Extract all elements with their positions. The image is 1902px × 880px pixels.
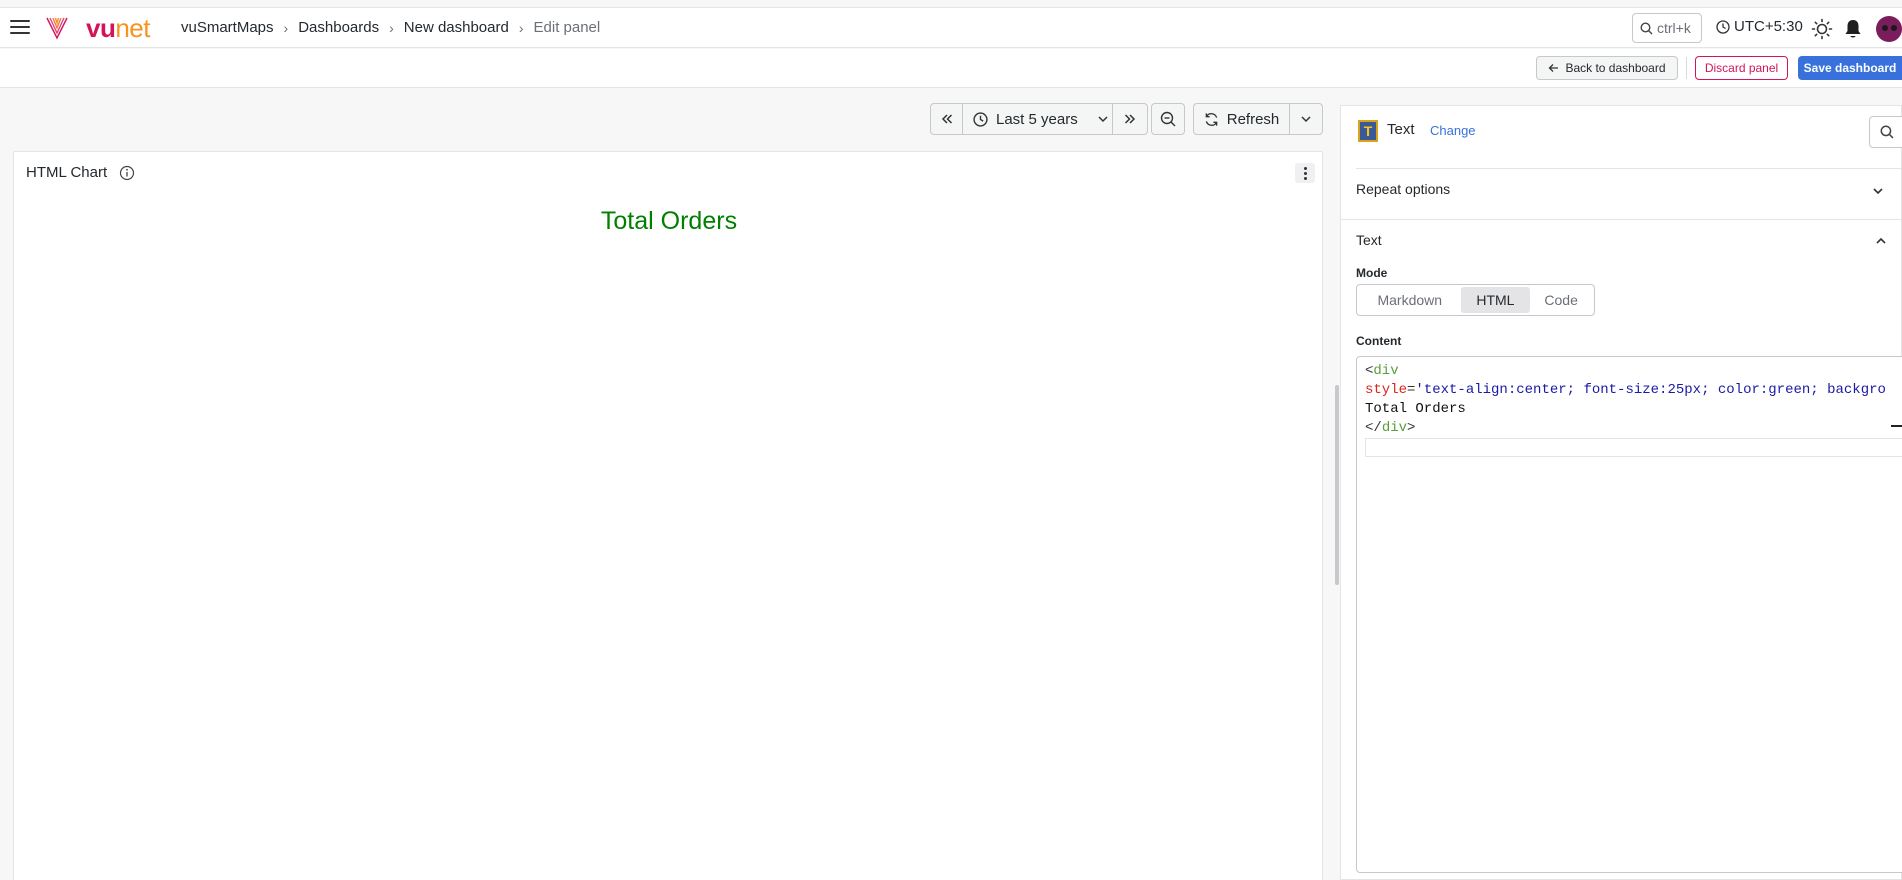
- panel-action-bar: Back to dashboard Discard panel Save das…: [0, 49, 1902, 88]
- options-search-button[interactable]: [1869, 116, 1902, 148]
- chevron-down-icon: [1098, 115, 1108, 122]
- time-back-button[interactable]: [931, 104, 963, 134]
- mode-markdown[interactable]: Markdown: [1359, 287, 1461, 313]
- code-line-3: Total Orders: [1365, 401, 1466, 417]
- chevron-down-icon[interactable]: [1873, 186, 1883, 196]
- clock-icon: [1716, 19, 1730, 34]
- breadcrumb: vuSmartMaps › Dashboards › New dashboard…: [181, 19, 600, 36]
- back-to-dashboard-label: Back to dashboard: [1565, 61, 1666, 75]
- panel-title[interactable]: HTML Chart: [26, 164, 107, 181]
- code-line-2: style='text-align:center; font-size:25px…: [1365, 382, 1886, 398]
- refresh-label: Refresh: [1226, 110, 1280, 128]
- search-icon: [1640, 21, 1653, 34]
- breadcrumb-dashboards[interactable]: Dashboards: [298, 19, 379, 36]
- chevrons-left-icon: [941, 114, 952, 124]
- arrow-left-icon: [1549, 64, 1559, 72]
- zoom-out-segment: [1152, 104, 1184, 134]
- timezone-label: UTC+5:30: [1734, 18, 1803, 35]
- content-label: Content: [1356, 334, 1402, 348]
- divider: [1356, 168, 1902, 169]
- chevron-down-icon: [1301, 115, 1311, 122]
- mode-html[interactable]: HTML: [1460, 287, 1531, 313]
- save-dashboard-button[interactable]: Save dashboard: [1798, 56, 1902, 80]
- chevrons-right-icon: [1124, 114, 1136, 124]
- divider: [1341, 219, 1902, 220]
- more-vertical-icon[interactable]: [1295, 163, 1315, 183]
- clock-icon: [973, 111, 988, 127]
- refresh-picker: Refresh: [1193, 103, 1323, 135]
- discard-panel-button[interactable]: Discard panel: [1695, 56, 1788, 80]
- mode-code[interactable]: Code: [1530, 287, 1592, 313]
- options-pane: T Text Change Repeat options Text Mode M…: [1340, 105, 1902, 880]
- text-visualization-icon: T: [1358, 120, 1378, 142]
- panel-preview: HTML Chart Total Orders: [13, 151, 1323, 880]
- search-button[interactable]: ctrl+k: [1632, 13, 1702, 43]
- time-range-picker: Last 5 years: [930, 103, 1148, 135]
- info-icon[interactable]: [119, 165, 135, 181]
- menu-icon[interactable]: [10, 20, 30, 36]
- chevron-up-icon[interactable]: [1876, 236, 1886, 246]
- visualization-name: Text: [1387, 121, 1415, 138]
- breadcrumb-separator: ›: [518, 19, 524, 36]
- breadcrumb-edit-panel: Edit panel: [533, 19, 601, 36]
- panel-html-content: Total Orders: [600, 207, 738, 235]
- top-nav: vunet vuSmartMaps › Dashboards › New das…: [0, 8, 1902, 48]
- time-forward-button[interactable]: [1113, 104, 1147, 134]
- content-code-editor[interactable]: <div style='text-align:center; font-size…: [1356, 356, 1902, 873]
- avatar[interactable]: [1876, 16, 1902, 42]
- mode-radio-group: Markdown HTML Code: [1356, 284, 1595, 316]
- search-shortcut: ctrl+k: [1657, 20, 1691, 36]
- sun-icon[interactable]: [1811, 18, 1833, 40]
- refresh-interval-button[interactable]: [1290, 104, 1322, 134]
- editor-scroll-marker: [1891, 425, 1902, 427]
- mode-label: Mode: [1356, 266, 1388, 280]
- time-range-label: Last 5 years: [996, 110, 1078, 128]
- zoom-out-icon: [1160, 111, 1176, 127]
- breadcrumb-separator: ›: [283, 19, 289, 36]
- divider: [1686, 57, 1687, 79]
- time-range-button[interactable]: Last 5 years: [963, 104, 1113, 134]
- text-section-header[interactable]: Text: [1356, 232, 1382, 248]
- code-line-4: </div>: [1365, 420, 1416, 436]
- breadcrumb-separator: ›: [389, 19, 394, 36]
- change-visualization-link[interactable]: Change: [1430, 123, 1476, 138]
- editor-active-line: [1365, 438, 1902, 457]
- zoom-out-button[interactable]: [1151, 103, 1185, 135]
- back-to-dashboard-button[interactable]: Back to dashboard: [1536, 56, 1678, 80]
- search-icon: [1880, 125, 1894, 139]
- code-line-1: <div: [1365, 363, 1399, 379]
- bell-icon[interactable]: [1843, 18, 1863, 40]
- timezone-display[interactable]: UTC+5:30: [1716, 18, 1803, 35]
- vunet-logo-icon[interactable]: [45, 15, 69, 41]
- breadcrumb-new-dashboard[interactable]: New dashboard: [404, 19, 509, 36]
- repeat-options-header[interactable]: Repeat options: [1356, 181, 1450, 197]
- vunet-logo-text[interactable]: vunet: [86, 13, 150, 43]
- pane-resize-handle[interactable]: [1335, 385, 1339, 585]
- refresh-button[interactable]: Refresh: [1194, 104, 1290, 134]
- refresh-icon: [1205, 112, 1218, 126]
- breadcrumb-home[interactable]: vuSmartMaps: [181, 19, 274, 36]
